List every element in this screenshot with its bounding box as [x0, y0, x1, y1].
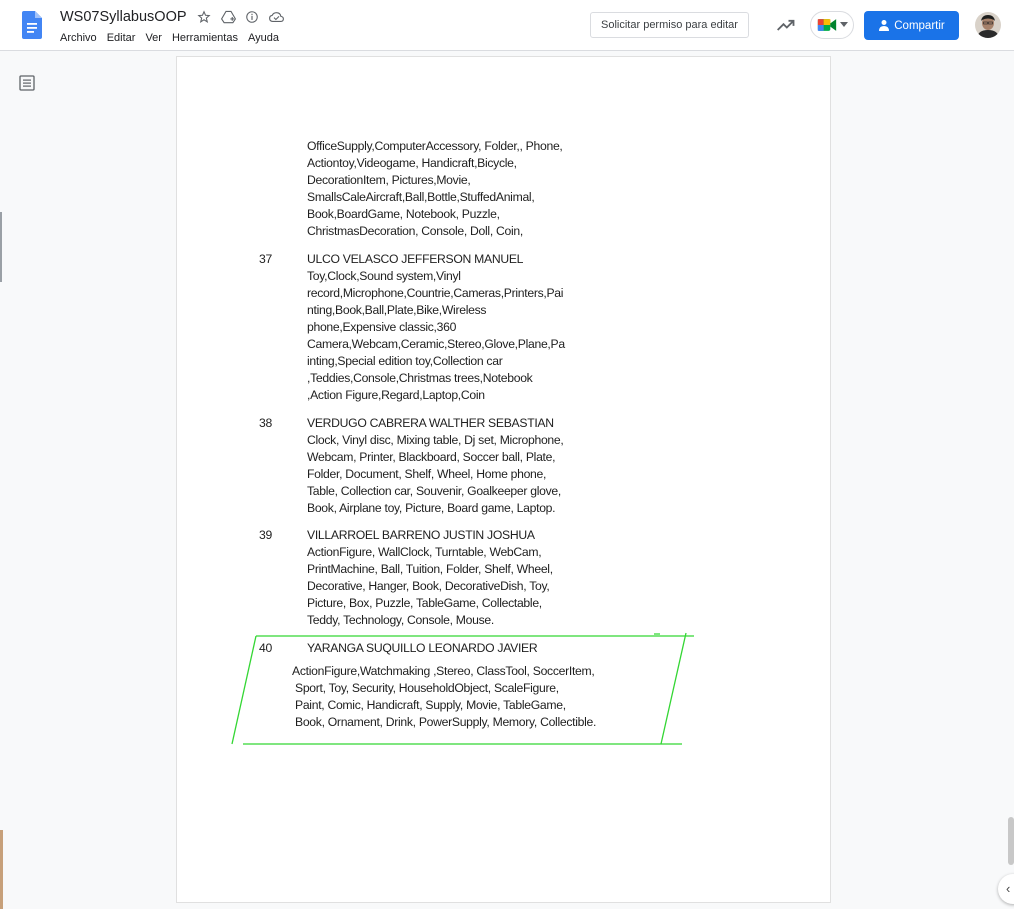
document-title[interactable]: WS07SyllabusOOP: [60, 9, 187, 25]
menu-editar[interactable]: Editar: [107, 32, 136, 44]
menu-bar: Archivo Editar Ver Herramientas Ayuda: [60, 32, 289, 44]
cloud-saved-icon[interactable]: [268, 9, 284, 25]
star-icon[interactable]: [196, 9, 212, 25]
request-edit-access-button[interactable]: Solicitar permiso para editar: [590, 12, 749, 38]
chevron-down-icon: [839, 22, 848, 27]
meet-icon: [817, 19, 836, 31]
lock-person-icon: [879, 20, 890, 31]
menu-herramientas[interactable]: Herramientas: [172, 32, 238, 44]
document-page[interactable]: OfficeSupply,ComputerAccessory, Folder,,…: [177, 57, 830, 902]
activity-trend-icon[interactable]: [776, 15, 796, 35]
share-button[interactable]: Compartir: [864, 11, 959, 40]
menu-ayuda[interactable]: Ayuda: [248, 32, 279, 44]
move-to-drive-icon[interactable]: [220, 9, 236, 25]
toolbar-header: WS07SyllabusOOP Archivo Editar Ver Herra…: [0, 0, 1014, 51]
menu-ver[interactable]: Ver: [145, 32, 162, 44]
document-outline-icon[interactable]: [19, 75, 35, 91]
vertical-scrollbar-thumb[interactable]: [1008, 817, 1014, 865]
left-edge-strip: [0, 212, 2, 282]
user-avatar[interactable]: [975, 12, 1001, 38]
meet-button[interactable]: [810, 11, 854, 39]
share-label: Compartir: [894, 19, 945, 32]
info-icon[interactable]: [244, 9, 260, 25]
google-docs-icon[interactable]: [22, 11, 42, 39]
left-edge-strip-bottom: [0, 830, 3, 909]
green-annotation-outline: [231, 632, 694, 745]
chevron-left-icon: ‹: [1006, 881, 1011, 896]
title-icons: [196, 9, 284, 25]
side-panel-toggle-button[interactable]: ‹: [998, 874, 1014, 904]
menu-archivo[interactable]: Archivo: [60, 32, 97, 44]
